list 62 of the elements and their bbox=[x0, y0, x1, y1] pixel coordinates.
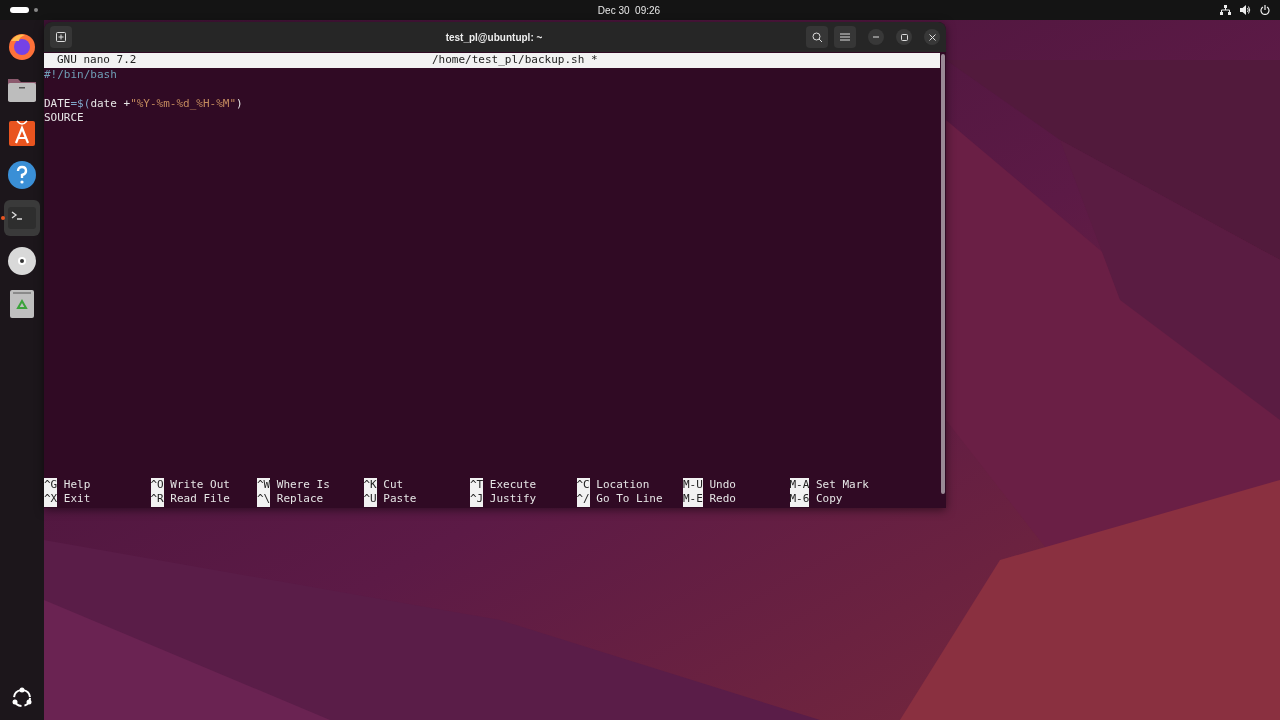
shortcut-key: ^O bbox=[150, 477, 164, 493]
terminal-icon bbox=[8, 206, 36, 229]
shortcut-key: ^/ bbox=[576, 492, 590, 507]
maximize-icon bbox=[900, 33, 908, 41]
shortcut-label: Execute bbox=[489, 477, 537, 493]
shortcut-key: M-E bbox=[683, 492, 703, 507]
minimize-icon bbox=[873, 36, 879, 38]
shortcut-label: Justify bbox=[489, 492, 537, 507]
shortcut-label: Read File bbox=[170, 492, 230, 507]
file-path: /home/test_pl/backup.sh * bbox=[432, 53, 598, 68]
shortcut-key: M-A bbox=[789, 477, 810, 493]
new-tab-button[interactable] bbox=[50, 26, 72, 48]
menu-button[interactable] bbox=[834, 26, 856, 48]
shortcut-key: ^X bbox=[44, 492, 58, 507]
scrollbar[interactable] bbox=[940, 52, 946, 508]
code-line: SOURCE bbox=[44, 111, 85, 126]
code-line: #!/bin/bash bbox=[44, 67, 118, 83]
shortcut-label: Copy bbox=[815, 492, 843, 507]
shortcut-key: ^W bbox=[257, 477, 271, 493]
shortcut-key: ^\ bbox=[257, 492, 271, 507]
shortcut-key: ^U bbox=[363, 492, 377, 507]
volume-icon[interactable] bbox=[1240, 5, 1251, 15]
close-button[interactable] bbox=[924, 29, 940, 45]
disc-icon bbox=[7, 245, 37, 276]
shortcut-key: ^C bbox=[576, 477, 590, 493]
running-indicator bbox=[1, 215, 5, 220]
search-icon bbox=[811, 31, 823, 43]
window-title: test_pl@ubuntupl: ~ bbox=[444, 30, 544, 45]
shortcut-key: ^T bbox=[470, 477, 484, 493]
minimize-button[interactable] bbox=[868, 29, 884, 45]
code-line: DATE=$(date +"%Y-%m-%d_%H-%M") bbox=[44, 96, 244, 112]
shortcut-label: Replace bbox=[276, 492, 324, 507]
shortcut-label: Undo bbox=[709, 477, 736, 493]
search-button[interactable] bbox=[806, 26, 828, 48]
menu-icon bbox=[840, 33, 850, 41]
help-icon bbox=[7, 159, 37, 190]
shortcut-label: Help bbox=[63, 477, 91, 493]
shortcut-label: Go To Line bbox=[596, 492, 663, 507]
show-apps-icon[interactable] bbox=[10, 686, 34, 710]
shortcut-label: Where Is bbox=[276, 477, 330, 493]
shortcut-key: M-U bbox=[683, 477, 703, 493]
new-tab-icon bbox=[56, 32, 66, 42]
shortcut-key: ^G bbox=[44, 477, 58, 493]
shortcut-key: ^J bbox=[470, 492, 484, 507]
clock[interactable]: Dec 30 09:26 bbox=[597, 2, 661, 18]
power-icon[interactable] bbox=[1260, 5, 1270, 15]
shortcut-label: Exit bbox=[63, 492, 91, 507]
shortcut-key: M-6 bbox=[789, 492, 810, 507]
maximize-button[interactable] bbox=[896, 29, 912, 45]
shortcut-label: Write Out bbox=[170, 477, 230, 493]
shortcut-label: Paste bbox=[383, 492, 417, 507]
shortcut-label: Cut bbox=[383, 477, 404, 493]
shortcut-key: ^R bbox=[150, 492, 164, 507]
shortcut-label: Set Mark bbox=[815, 477, 869, 493]
workspace-indicator[interactable] bbox=[10, 7, 38, 13]
shortcut-key: ^K bbox=[363, 477, 377, 493]
network-icon[interactable] bbox=[1220, 5, 1231, 15]
shortcut-label: Location bbox=[596, 477, 650, 493]
shortcut-label: Redo bbox=[709, 492, 736, 507]
recycle-bin-icon bbox=[9, 288, 35, 319]
nano-version: GNU nano 7.2 bbox=[56, 53, 138, 68]
close-icon bbox=[928, 33, 936, 41]
